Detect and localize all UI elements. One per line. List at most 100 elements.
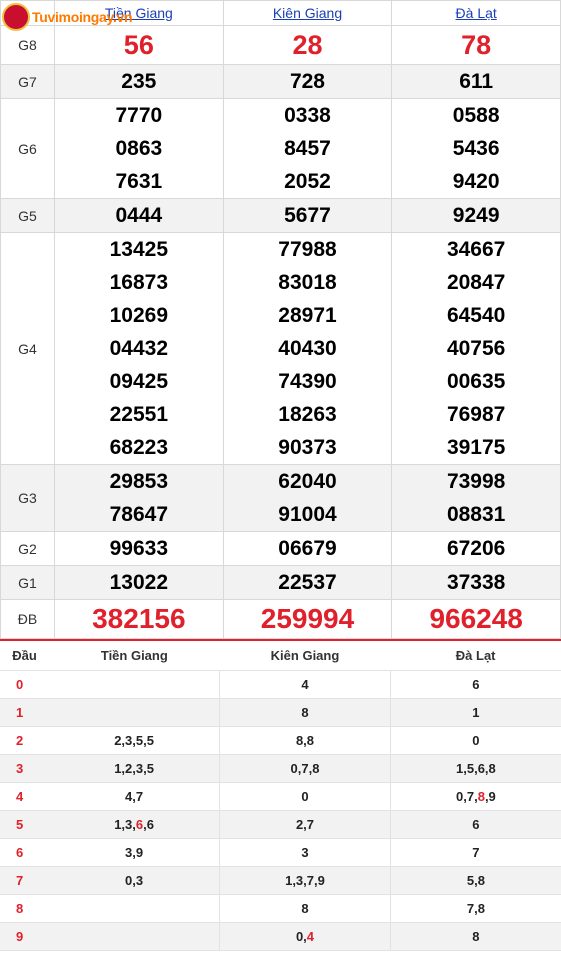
loto-row: 3 1,2,3,5 0,7,8 1,5,6,8	[0, 754, 561, 783]
loto-head-digit: 4	[0, 782, 49, 811]
prize-number: 22537	[278, 571, 337, 594]
loto-digits: 4,7	[125, 789, 144, 804]
loto-digits: 0,	[295, 929, 307, 944]
loto-digits: 1,3,	[114, 817, 136, 832]
prize-number: 0338	[284, 104, 331, 127]
prize-row: G4 13425 16873 10269 04432 09425 22551 68223 779…	[0, 232, 561, 465]
loto-cell: 1,3,7,9	[219, 866, 391, 895]
prize-row: G7 235 728 611	[0, 64, 561, 99]
prize-label: ĐB	[0, 599, 55, 639]
prize-cell: 99633	[54, 531, 224, 566]
loto-row: 5 1,3,6,6 2,7 6	[0, 810, 561, 839]
prize-number: 62040	[278, 470, 337, 493]
province-link-1[interactable]: Tiền Giang	[105, 5, 173, 21]
loto-cell: 8	[219, 698, 391, 727]
loto-cell: 1	[390, 698, 561, 727]
loto-digits: 8	[477, 789, 485, 804]
loto-digits: 2,3,5,5	[114, 733, 154, 748]
prize-cell: 37338	[391, 565, 561, 600]
loto-cell: 7,8	[390, 894, 561, 923]
prize-number: 611	[459, 70, 494, 93]
prize-number: 259994	[260, 603, 355, 634]
province-link-3[interactable]: Đà Lạt	[456, 5, 497, 21]
loto-head-digit: 7	[0, 866, 49, 895]
loto-cell: 6	[390, 670, 561, 699]
prize-cell: 28	[222, 25, 393, 65]
prize-number: 68223	[109, 436, 169, 459]
loto-digits: 1,3,7,9	[285, 873, 325, 888]
prize-number: 235	[121, 70, 157, 93]
prize-number: 77988	[278, 238, 337, 261]
prize-cell: 235	[54, 64, 224, 99]
prize-number: 9420	[452, 170, 500, 193]
loto-cell: 6	[390, 810, 561, 839]
prize-cell: 06679	[222, 531, 393, 566]
loto-digits: 8,8	[295, 733, 315, 748]
loto-table: Đầu Tiền Giang Kiên Giang Đà Lạt 0461812…	[0, 639, 561, 951]
loto-digits: 8	[301, 901, 309, 916]
loto-digits: 0,3	[125, 873, 144, 888]
loto-cell: 3	[219, 838, 391, 867]
prize-number: 39175	[446, 436, 506, 459]
prize-number: 13022	[109, 571, 169, 594]
prize-cell: 611	[391, 64, 561, 99]
prize-row: G8 56 28 78	[0, 25, 561, 65]
prize-number: 18263	[278, 403, 337, 426]
prize-number: 966248	[429, 603, 523, 634]
loto-cell: 0	[390, 726, 561, 755]
prize-cell: 728	[222, 64, 393, 99]
loto-row: 9 0,4 8	[0, 922, 561, 951]
loto-cell: 1,5,6,8	[390, 754, 561, 783]
prize-number: 9249	[452, 204, 500, 227]
prize-label: G7	[0, 64, 55, 99]
loto-head-digit: 1	[0, 698, 49, 727]
loto-digits: 8	[301, 705, 309, 720]
loto-cell: 8	[219, 894, 391, 923]
loto-head-digit: 3	[0, 754, 49, 783]
prize-row: G2 99633 06679 67206	[0, 531, 561, 566]
prize-number: 728	[289, 70, 325, 93]
loto-cell	[49, 894, 220, 923]
prize-cell: 0588 5436 9420	[391, 98, 561, 199]
prize-number: 09425	[109, 370, 169, 393]
prize-number: 78	[461, 30, 492, 60]
prize-cell: 0338 8457 2052	[222, 98, 393, 199]
prize-number: 04432	[109, 337, 169, 360]
prize-number: 10269	[109, 304, 169, 327]
prize-number: 00635	[446, 370, 506, 393]
prize-number: 7631	[115, 170, 163, 193]
prize-cell: 7770 0863 7631	[54, 98, 224, 199]
prize-number: 76987	[446, 403, 506, 426]
loto-cell: 0,7,8,9	[390, 782, 561, 811]
loto-head-digit: 9	[0, 922, 49, 951]
loto-digits: ,6	[143, 817, 154, 832]
prize-number: 78647	[109, 503, 169, 526]
prize-number: 382156	[92, 603, 186, 634]
prize-cell: 62040 91004	[222, 464, 393, 532]
prize-number: 40756	[446, 337, 506, 360]
loto-row: 4 4,7 0 0,7,8,9	[0, 782, 561, 811]
loto-cell: 5,8	[390, 866, 561, 895]
loto-header-col: Tiền Giang	[49, 640, 220, 671]
prize-number: 28	[292, 30, 323, 60]
prize-cell: 78	[391, 25, 561, 65]
prize-number: 7770	[115, 104, 163, 127]
loto-cell: 3,9	[49, 838, 220, 867]
prize-number: 56	[123, 30, 154, 60]
loto-digits: 1,5,6,8	[456, 761, 496, 776]
prize-number: 2052	[284, 170, 331, 193]
loto-cell: 4	[219, 670, 391, 699]
loto-cell	[49, 922, 220, 951]
prize-cell: 77988 83018 28971 40430 74390 18263 90373	[222, 232, 393, 465]
province-link-2[interactable]: Kiên Giang	[273, 5, 342, 21]
prize-number: 67206	[446, 537, 506, 560]
province-header: Tiền Giang	[54, 0, 224, 26]
loto-digits: 8	[472, 929, 480, 944]
prize-cell: 5677	[222, 198, 393, 233]
loto-digits: 5,8	[466, 873, 485, 888]
loto-digits: 2,7	[295, 817, 315, 832]
loto-digits: 0	[301, 789, 309, 804]
loto-head-digit: 0	[0, 670, 49, 699]
loto-header-dau: Đầu	[0, 640, 49, 671]
loto-digits: 4	[306, 929, 315, 944]
